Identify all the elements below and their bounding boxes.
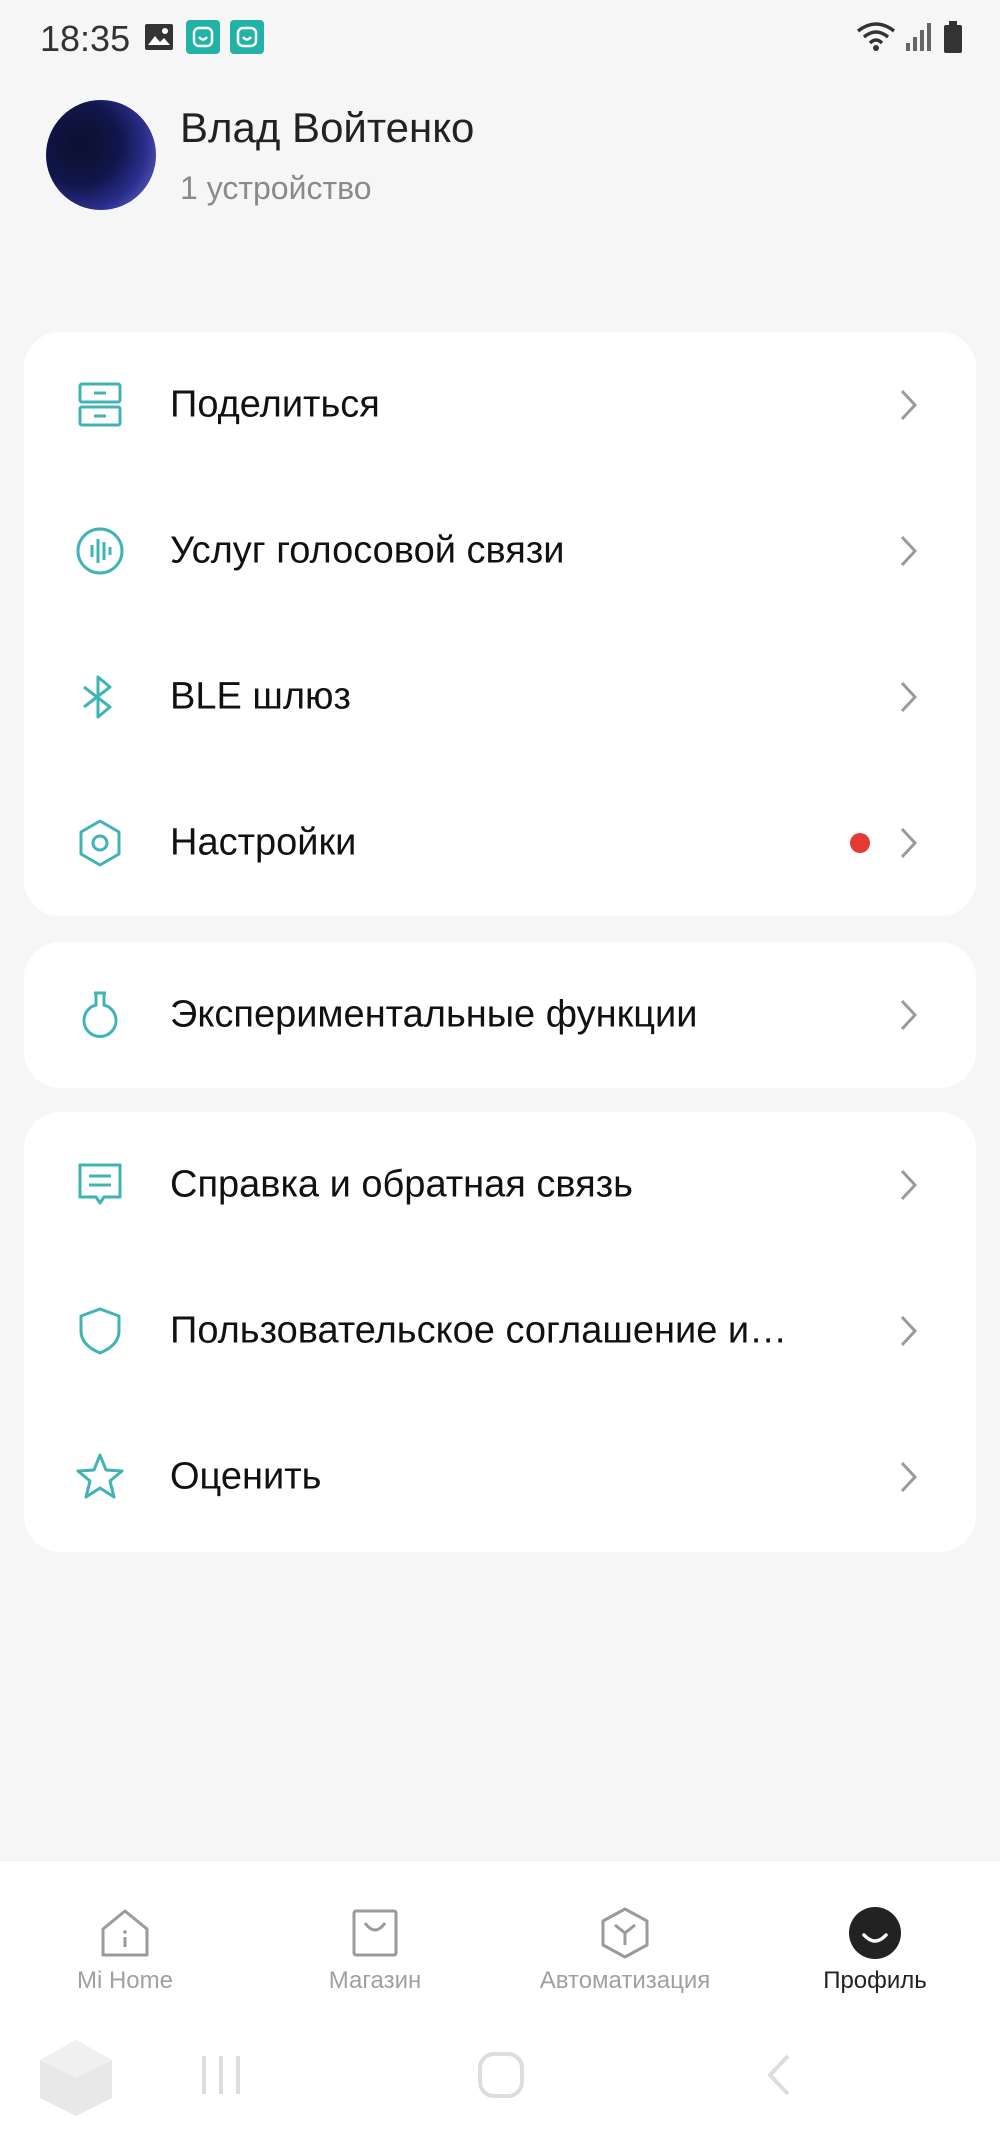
- signal-icon: [904, 21, 934, 58]
- nav-mi-home[interactable]: Mi Home: [0, 1861, 250, 2011]
- chevron-right-icon: [898, 997, 920, 1033]
- notification-badge: [850, 833, 870, 853]
- flask-icon: [74, 989, 126, 1041]
- share-icon: [74, 379, 126, 431]
- chevron-right-icon: [898, 1459, 920, 1495]
- wifi-icon: [856, 21, 896, 58]
- automation-icon: [597, 1905, 653, 1961]
- menu-item-label: Поделиться: [170, 383, 380, 426]
- avatar[interactable]: [46, 100, 156, 210]
- cube-icon: [34, 2036, 118, 2125]
- mi-home-icon: [230, 20, 264, 54]
- system-nav-bar: [0, 2010, 1000, 2144]
- voice-icon: [74, 525, 126, 577]
- menu-card-experimental: Экспериментальные функции: [24, 942, 976, 1088]
- shop-icon: [347, 1905, 403, 1961]
- device-count: 1 устройство: [180, 170, 372, 206]
- image-icon: [142, 20, 176, 54]
- feedback-icon: [74, 1159, 126, 1211]
- nav-label: Профиль: [823, 1967, 927, 1994]
- menu-item-ble-gateway[interactable]: BLE шлюз: [24, 624, 976, 770]
- battery-icon: [942, 20, 964, 59]
- menu-item-settings[interactable]: Настройки: [24, 770, 976, 916]
- menu-item-label: Справка и обратная связь: [170, 1163, 633, 1206]
- mi-home-icon: [186, 20, 220, 54]
- chevron-right-icon: [898, 679, 920, 715]
- menu-item-share[interactable]: Поделиться: [24, 332, 976, 478]
- chevron-right-icon: [898, 825, 920, 861]
- chevron-right-icon: [898, 387, 920, 423]
- nav-automation[interactable]: Автоматизация: [500, 1861, 750, 2011]
- nav-label: Mi Home: [76, 1967, 173, 1994]
- recent-apps-button[interactable]: [198, 2052, 244, 2103]
- chevron-right-icon: [898, 533, 920, 569]
- menu-item-rate[interactable]: Оценить: [24, 1404, 976, 1550]
- menu-item-voice-services[interactable]: Услуг голосовой связи: [24, 478, 976, 624]
- status-bar: 18:35: [0, 0, 1000, 80]
- menu-card-main: Поделиться Услуг голосовой связи BLE шлю…: [24, 332, 976, 916]
- bottom-nav: Mi Home Магазин Автоматизация Профиль: [0, 1860, 1000, 2010]
- menu-item-label: Настройки: [170, 821, 357, 864]
- profile-name: Влад Войтенко: [180, 104, 475, 151]
- back-button[interactable]: [764, 2052, 794, 2103]
- bluetooth-icon: [74, 671, 126, 723]
- profile-header[interactable]: Влад Войтенко 1 устройство: [0, 100, 1000, 220]
- nav-label: Автоматизация: [539, 1967, 711, 1994]
- menu-card-help: Справка и обратная связь Пользовательско…: [24, 1112, 976, 1552]
- nav-label: Магазин: [328, 1967, 422, 1994]
- chevron-right-icon: [898, 1313, 920, 1349]
- menu-item-feedback[interactable]: Справка и обратная связь: [24, 1112, 976, 1258]
- menu-item-label: Оценить: [170, 1455, 322, 1498]
- chevron-right-icon: [898, 1167, 920, 1203]
- home-icon: [97, 1905, 153, 1961]
- menu-item-label: Услуг голосовой связи: [170, 529, 565, 572]
- menu-item-experimental[interactable]: Экспериментальные функции: [24, 942, 976, 1088]
- shield-icon: [74, 1305, 126, 1357]
- status-time: 18:35: [40, 18, 131, 59]
- star-icon: [74, 1451, 126, 1503]
- settings-icon: [74, 817, 126, 869]
- nav-shop[interactable]: Магазин: [250, 1861, 500, 2011]
- menu-item-label: BLE шлюз: [170, 675, 351, 718]
- nav-profile[interactable]: Профиль: [750, 1861, 1000, 2011]
- menu-item-label: Экспериментальные функции: [170, 993, 698, 1036]
- home-button[interactable]: [476, 2050, 526, 2105]
- menu-item-label: Пользовательское соглашение и…: [170, 1309, 788, 1352]
- profile-icon: [847, 1905, 903, 1961]
- menu-item-user-agreement[interactable]: Пользовательское соглашение и…: [24, 1258, 976, 1404]
